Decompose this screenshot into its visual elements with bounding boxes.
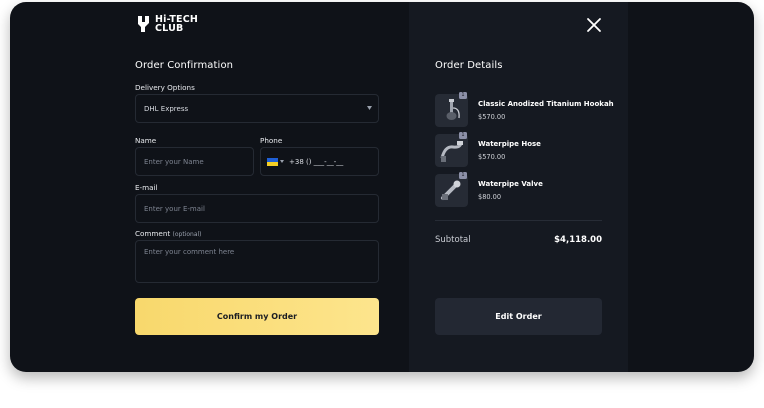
order-item[interactable]: 1 Waterpipe Hose $570.00 (435, 132, 615, 168)
item-name: Waterpipe Hose (478, 140, 541, 148)
hose-icon (440, 141, 463, 162)
email-placeholder: Enter your E-mail (144, 204, 205, 213)
item-price: $570.00 (478, 153, 506, 161)
comment-label-text: Comment (135, 229, 171, 238)
item-price: $570.00 (478, 113, 506, 121)
delivery-label: Delivery Options (135, 83, 195, 92)
item-name: Waterpipe Valve (478, 180, 543, 188)
comment-placeholder: Enter your comment here (144, 248, 235, 256)
subtotal-label: Subtotal (435, 235, 471, 245)
phone-value: +38 () ___-__-__ (289, 157, 344, 166)
name-label: Name (135, 136, 157, 145)
item-thumbnail: 1 (435, 132, 468, 167)
phone-field[interactable]: +38 () ___-__-__ (260, 147, 379, 176)
valve-icon (441, 180, 461, 200)
email-label: E-mail (135, 183, 158, 192)
phone-label: Phone (260, 136, 283, 145)
ukraine-flag-icon[interactable] (267, 157, 278, 166)
confirm-order-button[interactable]: Confirm my Order (135, 298, 379, 335)
item-thumbnail: 1 (435, 92, 468, 127)
item-price: $80.00 (478, 193, 502, 201)
item-qty-badge: 1 (459, 92, 467, 99)
brand-logo: Hi-TECH CLUB (136, 14, 198, 34)
name-placeholder: Enter your Name (144, 157, 204, 166)
item-thumbnail: 1 (435, 172, 468, 207)
comment-optional: (optional) (172, 231, 202, 238)
delivery-value: DHL Express (144, 104, 189, 113)
close-icon[interactable] (586, 17, 602, 33)
item-name: Classic Anodized Titanium Hookah (478, 100, 614, 108)
details-title: Order Details (435, 60, 503, 71)
divider (435, 220, 602, 221)
chevron-down-icon (367, 106, 372, 110)
comment-label: Comment (optional) (135, 229, 202, 238)
edit-order-button[interactable]: Edit Order (435, 298, 602, 335)
brand-line2: CLUB (155, 23, 184, 34)
comment-field[interactable]: Enter your comment here (135, 240, 379, 283)
name-field[interactable]: Enter your Name (135, 147, 254, 176)
delivery-select[interactable]: DHL Express (135, 94, 379, 123)
subtotal-value: $4,118.00 (554, 235, 602, 245)
item-qty-badge: 1 (459, 172, 467, 179)
email-field[interactable]: Enter your E-mail (135, 194, 379, 223)
form-title: Order Confirmation (135, 60, 234, 71)
order-item[interactable]: 1 Classic Anodized Titanium Hookah $570.… (435, 92, 615, 128)
hookah-icon (446, 99, 460, 120)
brand-logo-icon (138, 16, 149, 32)
item-qty-badge: 1 (459, 132, 467, 139)
order-modal: Hi-TECH CLUB Order Confirmation Delivery… (10, 2, 754, 372)
brand-name: Hi-TECH CLUB (155, 15, 198, 34)
order-item[interactable]: 1 Waterpipe Valve $80.00 (435, 172, 615, 208)
chevron-down-icon[interactable] (280, 160, 284, 163)
